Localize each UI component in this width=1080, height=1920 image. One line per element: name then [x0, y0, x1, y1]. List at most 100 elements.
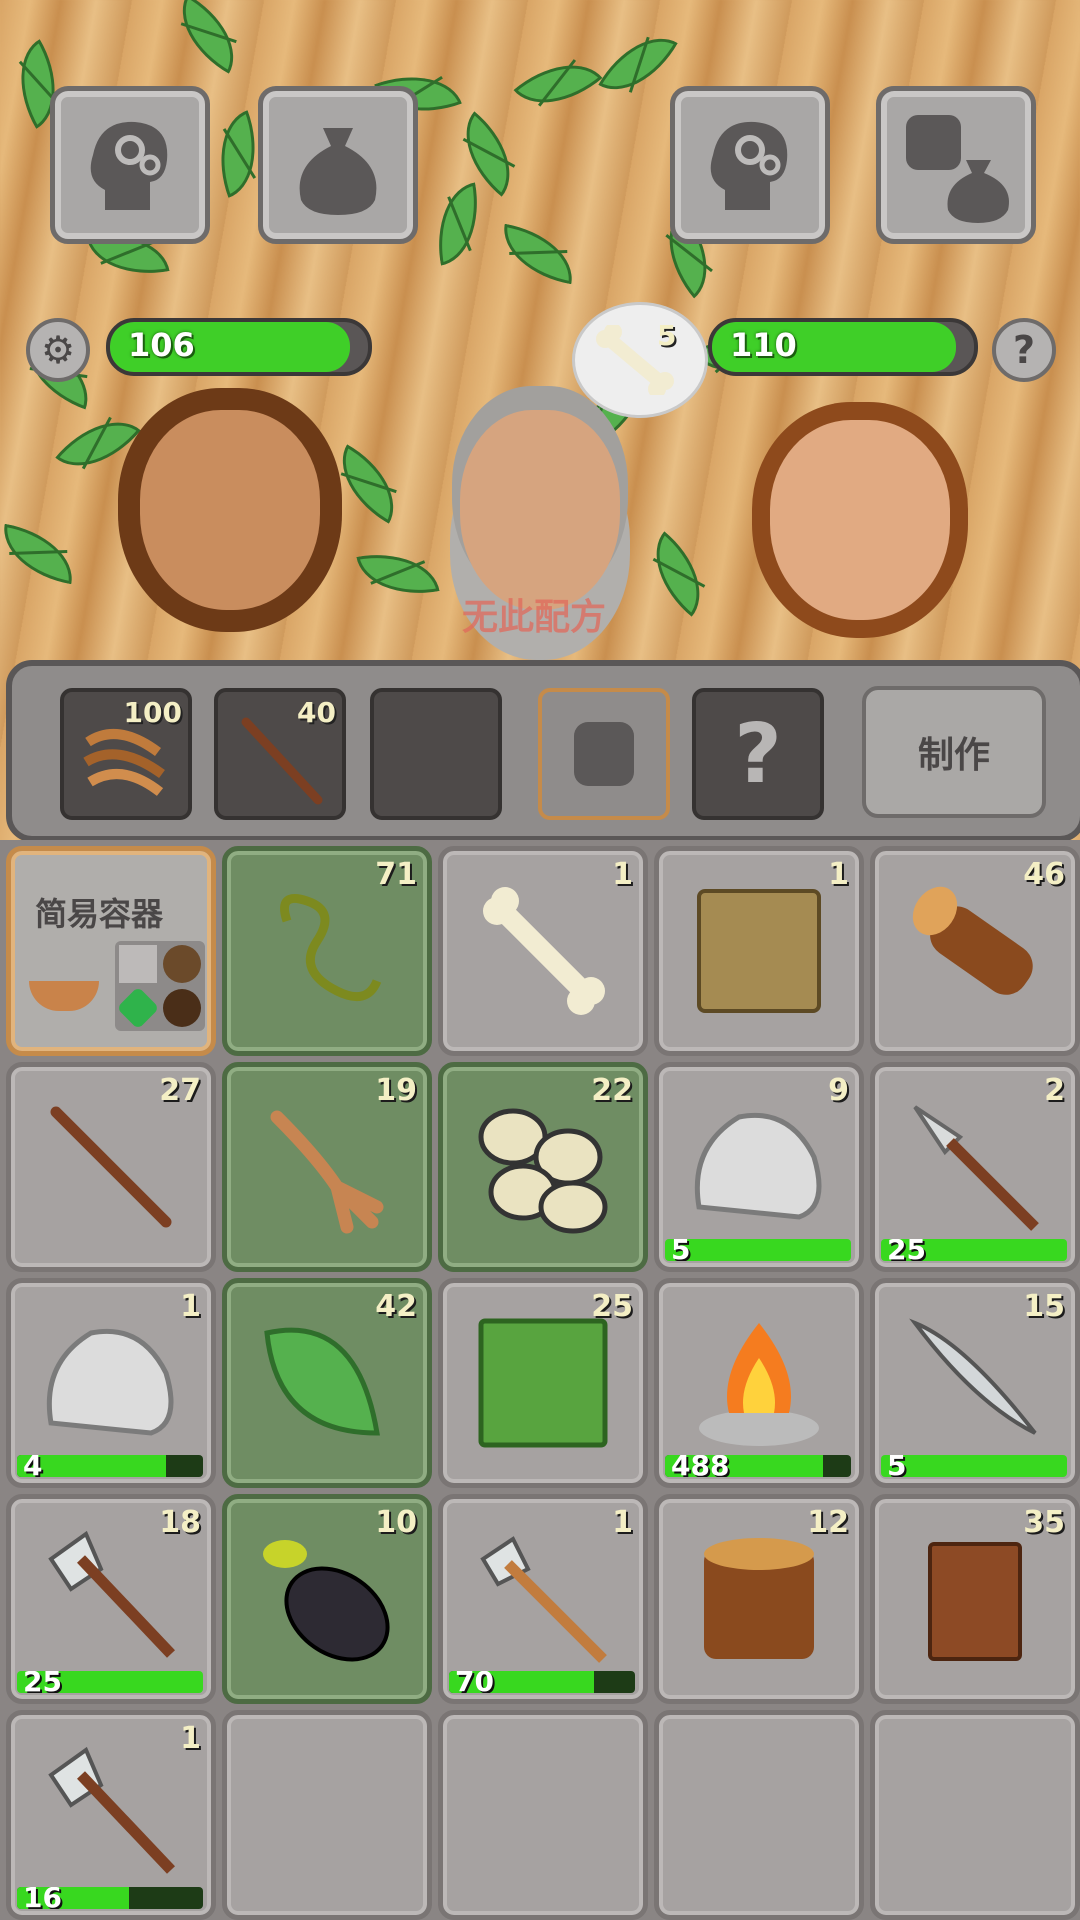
item-count: 10 [375, 1505, 417, 1540]
item-count: 2 [1044, 1073, 1065, 1108]
durability-value: 16 [23, 1887, 62, 1909]
make-button-label: 制作 [917, 735, 990, 776]
craft-fist-button[interactable] [538, 688, 670, 820]
inventory-slot[interactable]: 27 [6, 1062, 216, 1272]
recipe-card[interactable]: 简易容器 [6, 846, 216, 1056]
plank-icon [928, 1542, 1022, 1661]
craft-slot-1-count: 100 [123, 696, 182, 729]
recipe-ingredients [115, 941, 205, 1031]
craft-slot-2-count: 40 [297, 696, 336, 729]
durability-value: 5 [887, 1455, 907, 1477]
inventory-slot[interactable]: 95 [654, 1062, 864, 1272]
right-player-bar: 110 [708, 318, 978, 376]
spear-icon [913, 1105, 1039, 1231]
durability-bar: 16 [17, 1887, 203, 1909]
durability-value: 4 [23, 1455, 43, 1477]
craft-unknown-slot[interactable]: ? [692, 688, 824, 820]
skills-button-right[interactable] [670, 86, 830, 244]
skills-button-left[interactable] [50, 86, 210, 244]
inventory-slot[interactable]: 2 25 [870, 1062, 1080, 1272]
blade-icon [909, 1318, 1037, 1435]
fist-sack-icon [906, 115, 1009, 223]
fur-icon [697, 889, 821, 1013]
durability-value: 25 [23, 1671, 62, 1693]
craft-slot-2[interactable]: 40 [214, 688, 346, 820]
make-button[interactable]: 制作 [862, 686, 1046, 818]
item-count: 71 [375, 857, 417, 892]
inventory-slot[interactable]: 25 [438, 1278, 648, 1488]
durability-bar: 70 [449, 1671, 635, 1693]
inventory-slot[interactable]: 1 70 [438, 1494, 648, 1704]
inventory-slot[interactable]: 18 25 [6, 1494, 216, 1704]
inventory-slot[interactable]: 19 [222, 1062, 432, 1272]
inventory-slot[interactable]: 22 [438, 1062, 648, 1272]
item-count: 12 [807, 1505, 849, 1540]
stone-hammer-icon [480, 1536, 607, 1663]
gem-icon [116, 986, 160, 1030]
inventory-grid: 简易容器 71 1 1 46 27 19 22 9 5 2 25 1 4 42 25 488 15 5 18 25 10… [0, 840, 1080, 1920]
inventory-slot[interactable]: 46 [870, 846, 1080, 1056]
durability-fill [881, 1455, 1067, 1477]
inventory-slot[interactable]: 10 [222, 1494, 432, 1704]
inventory-slot-empty[interactable] [222, 1710, 432, 1920]
basket-icon [29, 981, 99, 1011]
item-count: 46 [1023, 857, 1065, 892]
inventory-slot[interactable]: 14 [6, 1278, 216, 1488]
item-count: 9 [828, 1073, 849, 1108]
durability-fill [665, 1239, 851, 1261]
inventory-slot[interactable]: 15 5 [870, 1278, 1080, 1488]
head-gears-icon [90, 121, 168, 210]
inventory-slot[interactable]: 1 [654, 846, 864, 1056]
vine-icon [280, 894, 382, 1002]
recipe-title: 简易容器 [35, 895, 164, 933]
inventory-slot[interactable]: 35 [870, 1494, 1080, 1704]
bag-button-left[interactable] [258, 86, 418, 244]
stone-icon [694, 1112, 822, 1220]
campfire-icon [699, 1323, 819, 1446]
inventory-slot-empty[interactable] [870, 1710, 1080, 1920]
item-count: 1 [180, 1721, 201, 1756]
durability-value: 488 [671, 1455, 730, 1477]
inventory-slot[interactable]: 1 16 [6, 1710, 216, 1920]
axe-icon [48, 1530, 175, 1658]
axe-icon [48, 1746, 175, 1874]
inventory-slot[interactable]: 42 [222, 1278, 432, 1488]
dirt-icon [163, 989, 201, 1027]
bone-icon [483, 887, 605, 1015]
item-count: 22 [591, 1073, 633, 1108]
left-player-bar: 106 [106, 318, 372, 376]
root-icon [270, 1110, 384, 1234]
hammer-icon [119, 945, 157, 983]
crafting-bar: 100 40 ? 制作 [6, 660, 1080, 842]
left-player-value: 106 [128, 326, 195, 364]
craft-slot-1[interactable]: 100 [60, 688, 192, 820]
green-hide-icon [478, 1318, 608, 1448]
inventory-slot[interactable]: 12 [654, 1494, 864, 1704]
inventory-slot[interactable]: 71 [222, 846, 432, 1056]
eggplant-slices-icon [478, 1108, 608, 1234]
stump-icon [704, 1538, 814, 1659]
help-button[interactable]: ? [992, 318, 1056, 382]
steal-button[interactable] [876, 86, 1036, 244]
elder-character[interactable] [460, 410, 620, 610]
player-character-right[interactable] [770, 420, 950, 620]
item-count: 1 [612, 1505, 633, 1540]
durability-bar: 5 [665, 1239, 851, 1261]
question-icon: ? [734, 706, 782, 802]
inventory-slot-empty[interactable] [654, 1710, 864, 1920]
inventory-slot-empty[interactable] [438, 1710, 648, 1920]
player-character-left[interactable] [140, 410, 320, 610]
thought-count: 5 [657, 319, 677, 352]
clay-icon [163, 945, 201, 983]
question-icon: ? [1012, 328, 1036, 372]
craft-slot-3[interactable] [370, 688, 502, 820]
item-count: 42 [375, 1289, 417, 1324]
inventory-slot[interactable]: 488 [654, 1278, 864, 1488]
settings-button[interactable]: ⚙ [26, 318, 90, 382]
item-count: 35 [1023, 1505, 1065, 1540]
durability-bar: 488 [665, 1455, 851, 1477]
durability-bar: 25 [17, 1671, 203, 1693]
thought-bubble: 5 [572, 302, 708, 418]
item-count: 15 [1023, 1289, 1065, 1324]
inventory-slot[interactable]: 1 [438, 846, 648, 1056]
